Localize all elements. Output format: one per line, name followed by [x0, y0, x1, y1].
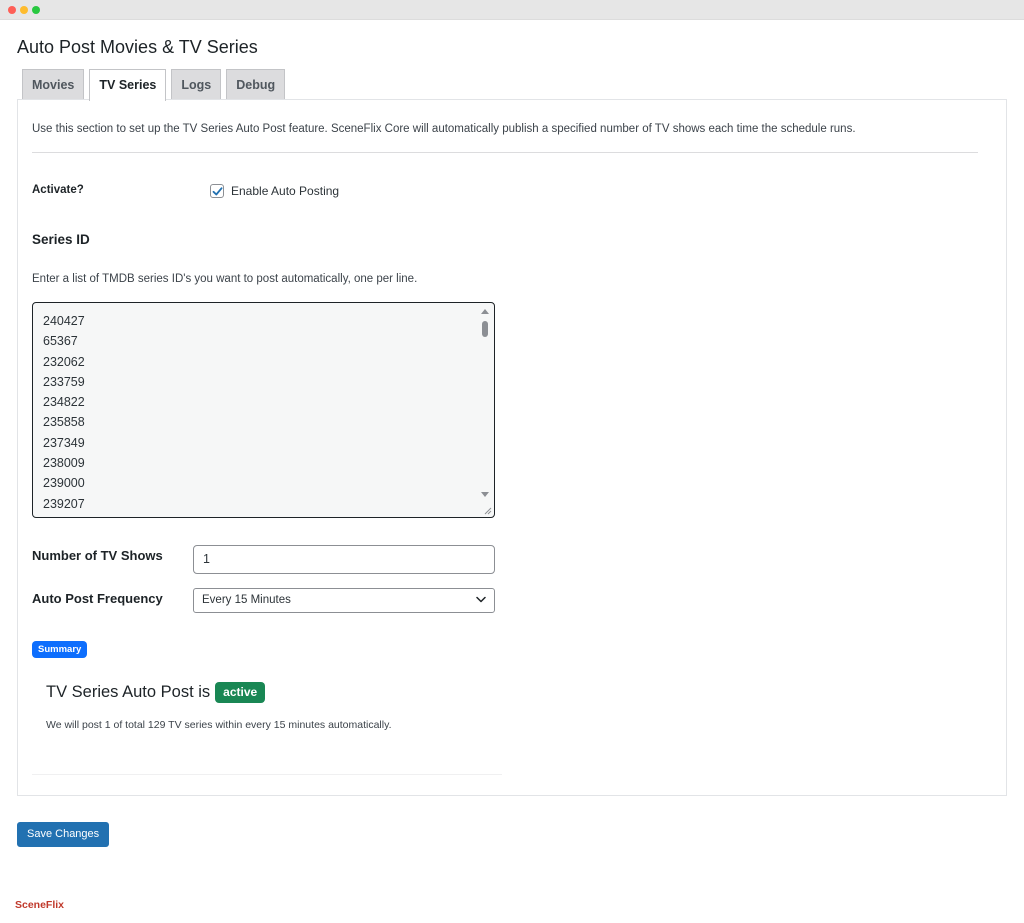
- series-id-list: 240427 65367 232062 233759 234822 235858 23734…: [43, 311, 85, 514]
- series-id-line: 235858: [43, 415, 85, 430]
- series-id-line: 237349: [43, 435, 85, 450]
- frequency-select[interactable]: Every 15 Minutes: [193, 588, 495, 613]
- series-id-line: 240427: [43, 314, 85, 328]
- summary-description: We will post 1 of total 129 TV series wi…: [46, 719, 392, 731]
- save-changes-button[interactable]: Save Changes: [17, 822, 110, 847]
- textarea-scrollbar[interactable]: [480, 305, 492, 515]
- series-id-line: 239000: [43, 476, 85, 491]
- frequency-label: Auto Post Frequency: [32, 591, 163, 606]
- summary-divider: [32, 774, 502, 775]
- frequency-selected-value: Every 15 Minutes: [202, 594, 291, 606]
- scroll-thumb[interactable]: [482, 321, 488, 337]
- section-intro: Use this section to set up the TV Series…: [32, 123, 856, 135]
- tv-series-panel: Use this section to set up the TV Series…: [17, 99, 1007, 796]
- tab-logs[interactable]: Logs: [171, 69, 222, 100]
- activate-label: Activate?: [32, 184, 84, 196]
- scroll-down-arrow-icon[interactable]: [481, 492, 489, 497]
- series-id-line: 232062: [43, 354, 85, 369]
- tab-tv-series[interactable]: TV Series: [89, 69, 167, 101]
- tv-shows-label: Number of TV Shows: [32, 548, 163, 563]
- maximize-window-icon[interactable]: [32, 6, 40, 14]
- status-line: TV Series Auto Post is active: [46, 682, 266, 703]
- series-id-line: 238009: [43, 456, 85, 471]
- enable-auto-posting-row[interactable]: Enable Auto Posting: [210, 184, 339, 198]
- enable-auto-posting-checkbox[interactable]: [210, 184, 224, 198]
- series-id-line: 234822: [43, 395, 85, 410]
- minimize-window-icon[interactable]: [20, 6, 28, 14]
- series-id-heading: Series ID: [32, 232, 90, 247]
- close-window-icon[interactable]: [8, 6, 16, 14]
- scroll-up-arrow-icon[interactable]: [481, 309, 489, 314]
- tab-bar: Movies TV Series Logs Debug: [22, 69, 290, 101]
- checkmark-icon: [212, 186, 222, 195]
- series-id-textarea[interactable]: 240427 65367 232062 233759 234822 235858 23734…: [32, 302, 495, 518]
- series-id-line: 65367: [43, 334, 78, 349]
- series-id-help: Enter a list of TMDB series ID's you wan…: [32, 273, 418, 285]
- enable-auto-posting-label: Enable Auto Posting: [231, 184, 340, 198]
- series-id-line: 239207: [43, 496, 85, 511]
- status-text: TV Series Auto Post is: [46, 683, 211, 701]
- tab-debug[interactable]: Debug: [226, 69, 286, 100]
- status-badge: active: [215, 682, 266, 703]
- chevron-down-icon: [476, 596, 486, 603]
- summary-badge: Summary: [32, 641, 88, 658]
- sceneflix-logo: SceneFlix: [15, 899, 65, 911]
- section-divider: [32, 152, 978, 153]
- resize-handle-icon[interactable]: [483, 506, 492, 515]
- page-title: Auto Post Movies & TV Series: [17, 37, 258, 57]
- tv-shows-input[interactable]: 1: [193, 545, 495, 574]
- window-titlebar: [0, 0, 1024, 20]
- tab-movies[interactable]: Movies: [22, 69, 85, 100]
- series-id-line: 233759: [43, 374, 85, 389]
